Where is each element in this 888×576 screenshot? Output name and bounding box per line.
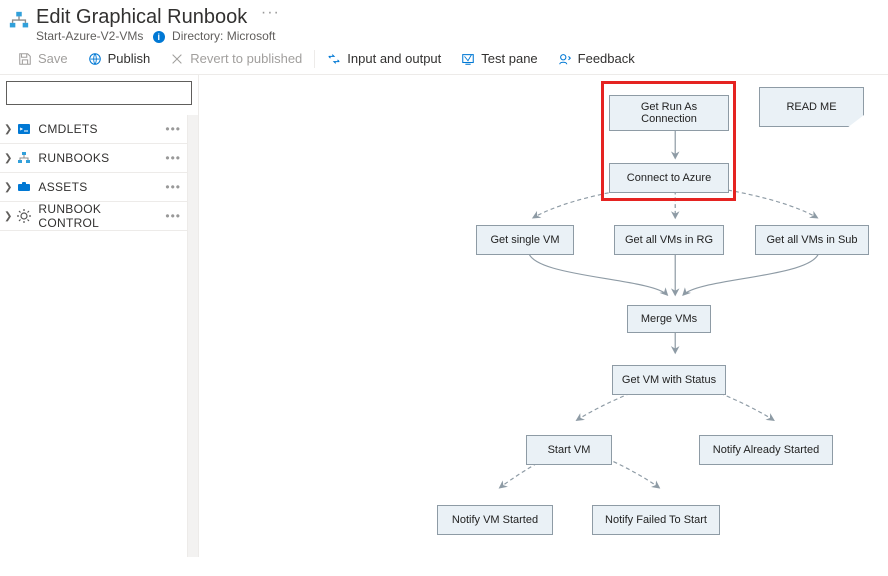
node-label: Connect to Azure — [627, 172, 711, 184]
runbook-canvas[interactable]: Get Run As Connection READ ME Connect to… — [199, 75, 888, 557]
search-input[interactable] — [6, 81, 192, 105]
save-icon — [18, 52, 32, 66]
node-notify-vm-started[interactable]: Notify VM Started — [437, 505, 553, 535]
save-label: Save — [38, 51, 68, 66]
feedback-icon — [558, 52, 572, 66]
sidebar: ❯ CMDLETS ••• ❯ RUNBOOKS ••• ❯ — [0, 75, 199, 557]
node-label: READ ME — [786, 101, 836, 113]
chevron-right-icon: ❯ — [4, 182, 12, 193]
input-output-button[interactable]: Input and output — [317, 49, 451, 68]
publish-icon — [88, 52, 102, 66]
node-label: Get all VMs in RG — [625, 234, 713, 246]
node-label: Start VM — [548, 444, 591, 456]
runbook-tree-icon — [8, 10, 30, 32]
node-label: Notify Already Started — [713, 444, 819, 456]
node-notify-failed-to-start[interactable]: Notify Failed To Start — [592, 505, 720, 535]
feedback-label: Feedback — [578, 51, 635, 66]
node-get-all-vms-rg[interactable]: Get all VMs in RG — [614, 225, 724, 255]
toolbar-divider — [314, 50, 315, 68]
toolbar: Save Publish Revert to published Input a… — [0, 43, 888, 75]
sidebar-item-runbook-control[interactable]: ❯ RUNBOOK CONTROL ••• — [0, 202, 187, 231]
test-pane-label: Test pane — [481, 51, 537, 66]
node-start-vm[interactable]: Start VM — [526, 435, 612, 465]
sidebar-item-label: ASSETS — [38, 180, 165, 194]
chevron-right-icon: ❯ — [4, 124, 12, 135]
node-readme[interactable]: READ ME — [759, 87, 864, 127]
cmdlets-icon — [16, 121, 32, 137]
runbooks-icon — [16, 150, 32, 166]
io-label: Input and output — [347, 51, 441, 66]
node-label: Merge VMs — [641, 313, 697, 325]
sidebar-item-label: CMDLETS — [38, 122, 165, 136]
runbook-name: Start-Azure-V2-VMs — [36, 29, 143, 43]
sidebar-more-button[interactable]: ••• — [165, 122, 181, 136]
page-title: Edit Graphical Runbook — [36, 6, 247, 28]
node-label: Get Run As Connection — [616, 101, 722, 125]
node-get-run-as-connection[interactable]: Get Run As Connection — [609, 95, 729, 131]
node-notify-already-started[interactable]: Notify Already Started — [699, 435, 833, 465]
node-label: Notify Failed To Start — [605, 514, 707, 526]
revert-icon — [170, 52, 184, 66]
publish-label: Publish — [108, 51, 151, 66]
publish-button[interactable]: Publish — [78, 49, 161, 68]
test-pane-icon — [461, 52, 475, 66]
revert-label: Revert to published — [190, 51, 302, 66]
node-label: Get VM with Status — [622, 374, 716, 386]
sidebar-more-button[interactable]: ••• — [165, 151, 181, 165]
save-button[interactable]: Save — [8, 49, 78, 68]
node-connect-to-azure[interactable]: Connect to Azure — [609, 163, 729, 193]
header-more-button[interactable]: ··· — [261, 4, 280, 22]
directory-value: Microsoft — [227, 29, 276, 43]
runbook-control-icon — [16, 208, 32, 224]
info-icon[interactable]: i — [153, 31, 165, 43]
test-pane-button[interactable]: Test pane — [451, 49, 547, 68]
chevron-right-icon: ❯ — [4, 211, 12, 222]
node-merge-vms[interactable]: Merge VMs — [627, 305, 711, 333]
sidebar-scrollbar[interactable] — [187, 115, 198, 557]
node-get-all-vms-sub[interactable]: Get all VMs in Sub — [755, 225, 869, 255]
sidebar-item-assets[interactable]: ❯ ASSETS ••• — [0, 173, 187, 202]
assets-icon — [16, 179, 32, 195]
node-label: Get all VMs in Sub — [766, 234, 857, 246]
node-label: Get single VM — [490, 234, 559, 246]
sidebar-item-runbooks[interactable]: ❯ RUNBOOKS ••• — [0, 144, 187, 173]
io-icon — [327, 52, 341, 66]
revert-button[interactable]: Revert to published — [160, 49, 312, 68]
sidebar-more-button[interactable]: ••• — [165, 180, 181, 194]
sidebar-item-cmdlets[interactable]: ❯ CMDLETS ••• — [0, 115, 187, 144]
node-get-single-vm[interactable]: Get single VM — [476, 225, 574, 255]
node-label: Notify VM Started — [452, 514, 538, 526]
directory-label: Directory: — [172, 29, 223, 43]
node-get-vm-with-status[interactable]: Get VM with Status — [612, 365, 726, 395]
feedback-button[interactable]: Feedback — [548, 49, 645, 68]
chevron-right-icon: ❯ — [4, 153, 12, 164]
sidebar-more-button[interactable]: ••• — [165, 209, 181, 223]
sidebar-item-label: RUNBOOK CONTROL — [38, 202, 165, 230]
sidebar-item-label: RUNBOOKS — [38, 151, 165, 165]
